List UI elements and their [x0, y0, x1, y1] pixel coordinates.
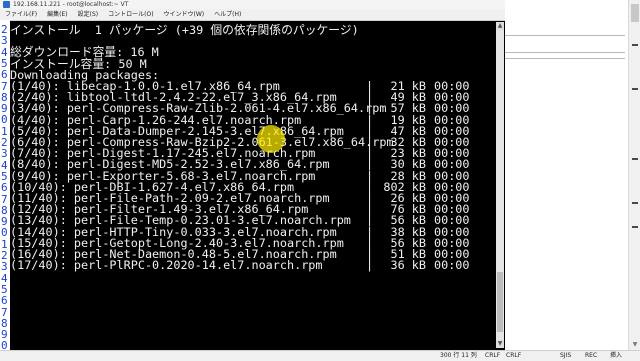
menu-bar: ファイル(F) 編集(E) 設定(S) コントロール(O) ウインドウ(W) ヘルプ(H)	[0, 9, 505, 21]
download-time: 00:00	[434, 258, 470, 273]
status-bar: 300 行 11 列 CRLF CRLF SJIS REC 挿入	[0, 350, 640, 361]
line-number-gutter: 23456789012345678901234567890	[0, 20, 10, 351]
download-size: 36 kB	[390, 258, 426, 273]
editor-scroll-thumb[interactable]	[631, 4, 639, 22]
mouse-cursor-highlight	[257, 125, 285, 153]
line-number: 6	[1, 181, 8, 195]
download-row: (17/40): perl-PlRPC-0.2020-14.el7.noarch…	[10, 258, 478, 273]
editor-rule	[505, 52, 625, 53]
window-title: 192.168.11.221 - root@localhost:~ VT	[13, 1, 129, 8]
menu-control[interactable]: コントロール(O)	[108, 9, 153, 20]
line-number: 7	[1, 192, 8, 206]
menu-settings[interactable]: 設定(S)	[78, 9, 99, 20]
scroll-marker	[632, 158, 638, 160]
terminal-scroll-thumb[interactable]	[497, 272, 503, 332]
line-number: 4	[1, 158, 8, 172]
scroll-marker	[632, 88, 638, 90]
line-number: 4	[1, 45, 8, 59]
line-number: 6	[1, 294, 8, 308]
scroll-up-arrow-icon[interactable]: ▲	[496, 22, 504, 30]
menu-edit[interactable]: 編集(E)	[47, 9, 67, 20]
scroll-down-arrow-icon[interactable]: ▼	[496, 340, 504, 348]
scroll-marker	[632, 44, 638, 46]
menu-file[interactable]: ファイル(F)	[5, 9, 37, 20]
terminal-titlebar[interactable]: 192.168.11.221 - root@localhost:~ VT	[0, 0, 505, 9]
terminal-scrollbar[interactable]: ▲ ▼	[496, 22, 504, 348]
column-separator: |	[366, 258, 374, 273]
menu-help[interactable]: ヘルプ(H)	[214, 9, 241, 20]
menu-window[interactable]: ウインドウ(W)	[164, 9, 205, 20]
line-number: 4	[1, 271, 8, 285]
line-number: 3	[1, 260, 8, 274]
line-number: 0	[1, 113, 8, 127]
terminal-screen[interactable]: インストール 1 パッケージ (+39 個の依存関係のパッケージ) 総ダウンロード…	[10, 22, 494, 348]
package-name: (17/40): perl-PlRPC-0.2020-14.el7.noarch…	[10, 258, 323, 273]
scroll-marker	[632, 226, 638, 228]
editor-rule	[505, 58, 625, 59]
editor-scrollbar[interactable]: ▼	[628, 0, 640, 350]
terminal-line: インストール 1 パッケージ (+39 個の依存関係のパッケージ)	[10, 23, 359, 37]
editor-rule	[505, 35, 625, 36]
line-number: 7	[1, 79, 8, 93]
terminal-window[interactable]: 192.168.11.221 - root@localhost:~ VT ファイ…	[0, 0, 505, 350]
line-number: 3	[1, 147, 8, 161]
terminal-app-icon	[3, 1, 10, 8]
scroll-down-arrow-icon[interactable]: ▼	[629, 340, 640, 350]
line-number: 3	[1, 34, 8, 48]
line-number: 7	[1, 305, 8, 319]
line-number: 0	[1, 226, 8, 240]
line-number: 6	[1, 68, 8, 82]
scroll-marker	[632, 202, 638, 204]
